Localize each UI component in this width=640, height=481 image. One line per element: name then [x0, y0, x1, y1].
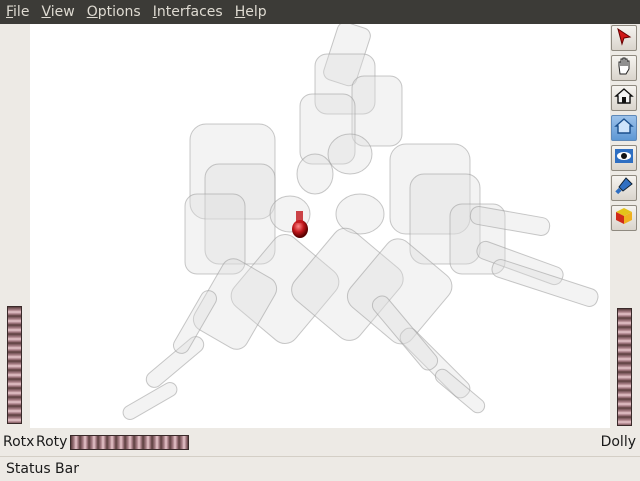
- bottom-controls: Rotx Roty Dolly: [0, 428, 640, 456]
- projection-cube-icon: [614, 206, 634, 230]
- view-all-eye-icon: [614, 146, 634, 170]
- view-mode-button[interactable]: [611, 55, 637, 81]
- select-arrow-icon: [614, 26, 634, 50]
- status-bar: Status Bar: [0, 456, 640, 481]
- set-home-icon: [614, 116, 634, 140]
- seek-flashlight-icon: [614, 176, 634, 200]
- dolly-label: Dolly: [600, 434, 636, 450]
- projection-button[interactable]: [611, 205, 637, 231]
- home-icon: [614, 86, 634, 110]
- menu-view[interactable]: View: [35, 0, 80, 24]
- roty-thumbwheel[interactable]: [70, 435, 189, 450]
- viewer-toolbar: [611, 25, 640, 231]
- status-text: Status Bar: [6, 461, 80, 477]
- menu-interfaces[interactable]: Interfaces: [147, 0, 229, 24]
- roty-label: Roty: [36, 434, 68, 450]
- robot-model-render: [122, 24, 599, 420]
- menu-file[interactable]: File: [0, 0, 35, 24]
- menu-options[interactable]: Options: [81, 0, 147, 24]
- select-mode-button[interactable]: [611, 25, 637, 51]
- hand-view-icon: [614, 56, 634, 80]
- rotx-label: Rotx: [3, 434, 35, 450]
- 3d-viewport[interactable]: [30, 24, 610, 428]
- home-button[interactable]: [611, 85, 637, 111]
- view-all-button[interactable]: [611, 145, 637, 171]
- menu-help[interactable]: Help: [229, 0, 273, 24]
- menu-bar: File View Options Interfaces Help: [0, 0, 640, 24]
- dolly-thumbwheel[interactable]: [617, 308, 632, 426]
- rotx-thumbwheel[interactable]: [7, 306, 22, 424]
- set-home-button[interactable]: [611, 115, 637, 141]
- seek-button[interactable]: [611, 175, 637, 201]
